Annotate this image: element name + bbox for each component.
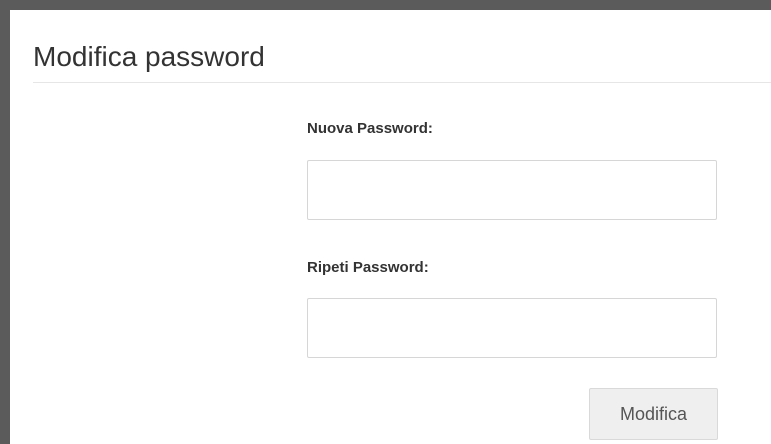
new-password-field[interactable]: [307, 160, 717, 220]
password-panel: Modifica password Nuova Password: Ripeti…: [10, 10, 771, 444]
new-password-label: Nuova Password:: [307, 120, 433, 137]
title-divider: [33, 82, 771, 83]
window-frame: Modifica password Nuova Password: Ripeti…: [0, 0, 771, 444]
repeat-password-label: Ripeti Password:: [307, 259, 429, 276]
page-title: Modifica password: [33, 41, 265, 72]
repeat-password-field[interactable]: [307, 298, 717, 358]
modifica-button[interactable]: Modifica: [589, 388, 718, 440]
